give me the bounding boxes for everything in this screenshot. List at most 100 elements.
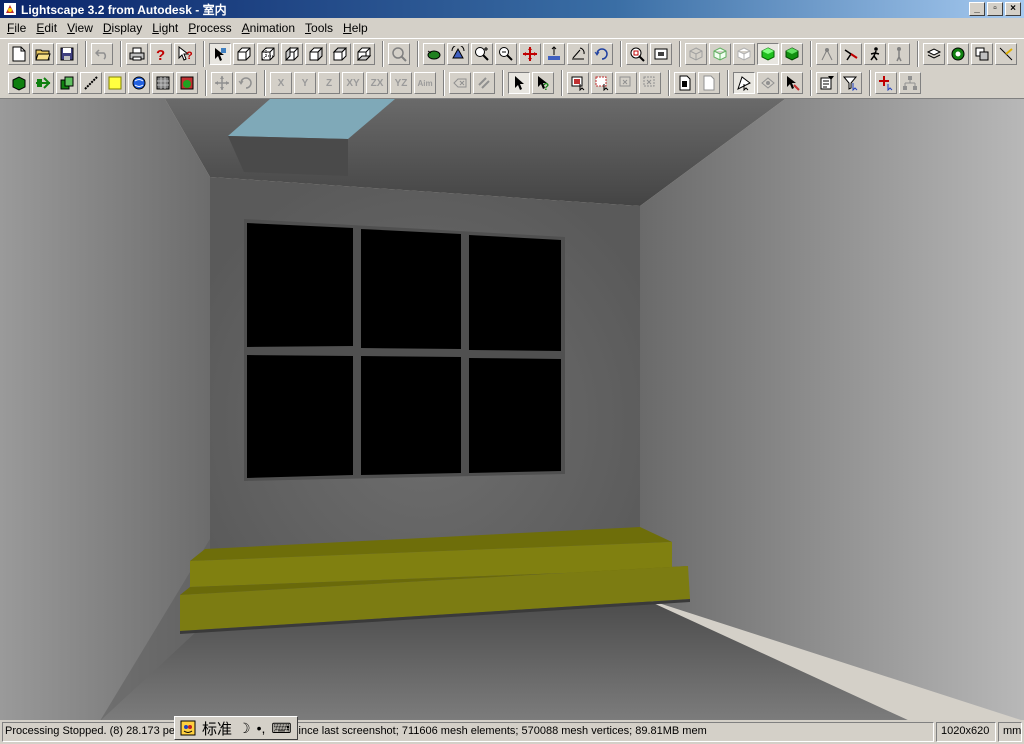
axis-y-button[interactable]: Y	[294, 72, 316, 94]
ime-keyboard-icon[interactable]: ⌨	[268, 719, 294, 737]
ime-mode-label[interactable]: 标准	[199, 719, 235, 738]
filter-list-icon[interactable]	[816, 72, 838, 94]
open-folder-icon[interactable]	[32, 42, 54, 65]
minimize-button[interactable]: _	[969, 2, 985, 16]
query-icon[interactable]: ?	[532, 72, 554, 94]
undo-icon[interactable]	[91, 42, 113, 65]
add-vertex-icon[interactable]	[875, 72, 897, 94]
window-pane-1	[247, 223, 353, 347]
erase-icon[interactable]	[449, 72, 471, 94]
wireframe-icon[interactable]	[685, 42, 707, 65]
hierarchy-icon[interactable]	[899, 72, 921, 94]
plane-zx-button[interactable]: ZX	[366, 72, 388, 94]
globe-icon[interactable]	[128, 72, 150, 94]
select-material-icon[interactable]	[209, 42, 231, 65]
yellow-square-icon[interactable]	[104, 72, 126, 94]
ime-fullwidth-icon[interactable]: ☽	[235, 719, 254, 737]
walk-icon[interactable]	[447, 42, 469, 65]
main-toolbar: ? ?	[0, 38, 1024, 68]
svg-text:?: ?	[186, 50, 193, 62]
block-icon[interactable]	[8, 72, 30, 94]
menu-help[interactable]: Help	[338, 21, 373, 35]
move-target-icon[interactable]	[781, 72, 803, 94]
frame-all-icon[interactable]	[650, 42, 672, 65]
deselect-window-icon[interactable]	[615, 72, 637, 94]
menu-tools[interactable]: Tools	[300, 21, 338, 35]
walker-icon[interactable]	[864, 42, 886, 65]
filter-select-icon[interactable]	[840, 72, 862, 94]
view-bottom-icon[interactable]	[353, 42, 375, 65]
deselect-crossing-icon[interactable]	[639, 72, 661, 94]
menu-edit[interactable]: Edit	[31, 21, 62, 35]
title-bar: Lightscape 3.2 from Autodesk - 室内 _ ▫ ×	[0, 0, 1024, 18]
tilt-icon[interactable]	[567, 42, 589, 65]
new-file-icon[interactable]	[8, 42, 30, 65]
view-top-icon[interactable]	[329, 42, 351, 65]
material-icon[interactable]	[176, 72, 198, 94]
dolly-icon[interactable]	[543, 42, 565, 65]
select-crossing-icon[interactable]	[591, 72, 613, 94]
paste-page-icon[interactable]	[698, 72, 720, 94]
help-question-icon[interactable]: ?	[150, 42, 172, 65]
spotlight-icon[interactable]	[840, 42, 862, 65]
close-button[interactable]: ×	[1005, 2, 1021, 16]
solid-icon[interactable]	[757, 42, 779, 65]
menu-view[interactable]: View	[62, 21, 98, 35]
restore-button[interactable]: ▫	[987, 2, 1003, 16]
menu-file[interactable]: File	[2, 21, 31, 35]
zoom-window-icon[interactable]	[626, 42, 648, 65]
ime-punctuation-icon[interactable]: •,	[254, 719, 269, 737]
menu-process[interactable]: Process	[183, 21, 236, 35]
link-icon[interactable]	[473, 72, 495, 94]
skylight-frame	[228, 136, 348, 176]
pan-icon[interactable]	[519, 42, 541, 65]
light-source-icon[interactable]	[816, 42, 838, 65]
texture-icon[interactable]	[152, 72, 174, 94]
instance-icon[interactable]	[56, 72, 78, 94]
zoom-in-icon[interactable]	[471, 42, 493, 65]
axis-z-button[interactable]: Z	[318, 72, 340, 94]
3d-viewport[interactable]	[0, 98, 1024, 720]
radiosity-icon[interactable]	[947, 42, 969, 65]
print-icon[interactable]	[126, 42, 148, 65]
render-icon[interactable]	[971, 42, 993, 65]
outline-icon[interactable]	[733, 42, 755, 65]
view-right-icon[interactable]	[305, 42, 327, 65]
window-pane-2	[361, 229, 461, 349]
room-render	[0, 99, 1024, 720]
view-left-icon[interactable]	[281, 42, 303, 65]
rotate-icon[interactable]	[591, 42, 613, 65]
ray-trace-icon[interactable]	[995, 42, 1017, 65]
status-unit: mm	[998, 722, 1022, 742]
view-front-icon[interactable]	[233, 42, 255, 65]
zoom-object-icon[interactable]	[388, 42, 410, 65]
context-help-icon[interactable]: ?	[174, 42, 196, 65]
select-arrow-icon[interactable]	[508, 72, 530, 94]
rotate-object-icon[interactable]	[235, 72, 257, 94]
ime-logo-icon[interactable]	[177, 719, 199, 737]
surface-icon[interactable]	[32, 72, 54, 94]
window-pane-3	[469, 235, 561, 351]
plane-xy-button[interactable]: XY	[342, 72, 364, 94]
hidden-line-icon[interactable]	[709, 42, 731, 65]
view-back-icon[interactable]	[257, 42, 279, 65]
plane-yz-button[interactable]: YZ	[390, 72, 412, 94]
copy-page-icon[interactable]	[674, 72, 696, 94]
figure-icon[interactable]	[888, 42, 910, 65]
layers-icon[interactable]	[923, 42, 945, 65]
axis-x-button[interactable]: X	[270, 72, 292, 94]
textured-icon[interactable]	[781, 42, 803, 65]
zoom-out-icon[interactable]	[495, 42, 517, 65]
menu-display[interactable]: Display	[98, 21, 147, 35]
hide-icon[interactable]	[757, 72, 779, 94]
select-window-icon[interactable]	[567, 72, 589, 94]
save-disk-icon[interactable]	[56, 42, 78, 65]
line-tool-icon[interactable]	[80, 72, 102, 94]
select-edge-icon[interactable]	[733, 72, 755, 94]
aim-button[interactable]: Aim	[414, 72, 436, 94]
move-icon[interactable]	[211, 72, 233, 94]
menu-animation[interactable]: Animation	[237, 21, 300, 35]
lightscape-app-icon[interactable]	[2, 1, 18, 17]
orbit-icon[interactable]	[423, 42, 445, 65]
menu-light[interactable]: Light	[147, 21, 183, 35]
